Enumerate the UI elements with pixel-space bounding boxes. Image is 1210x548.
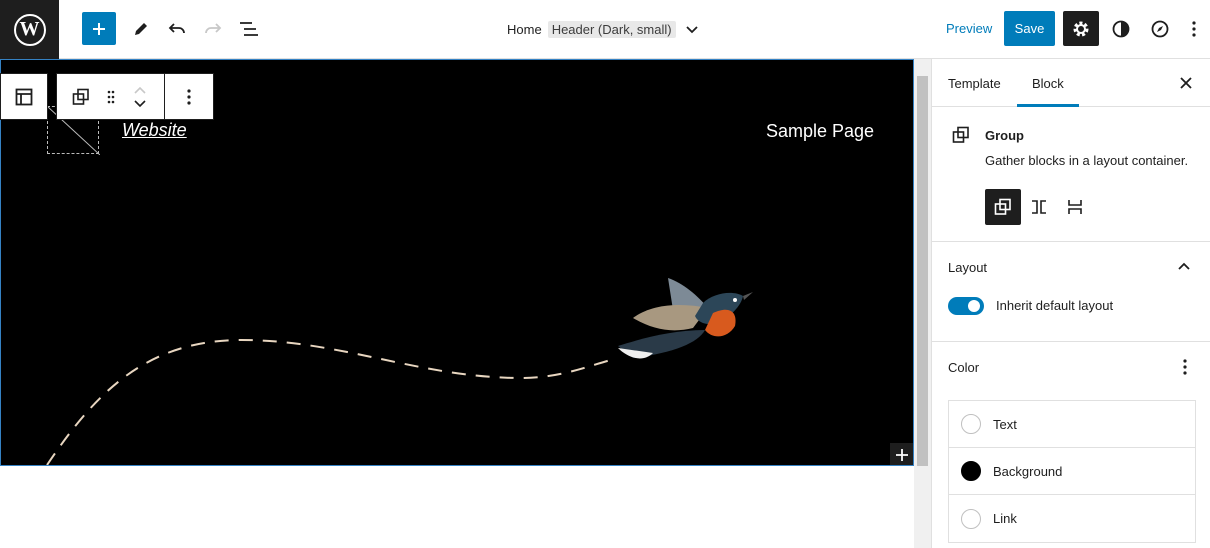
plus-icon	[896, 449, 908, 461]
document-title[interactable]: Home Header (Dark, small)	[507, 18, 698, 40]
layout-panel: Layout Inherit default layout	[932, 242, 1210, 342]
contrast-icon	[1112, 20, 1130, 37]
row-icon	[1032, 200, 1046, 214]
styles-button[interactable]	[1104, 12, 1138, 45]
flight-path-illustration	[46, 338, 612, 465]
breadcrumb-home[interactable]: Home	[507, 22, 542, 37]
preview-button[interactable]: Preview	[946, 21, 992, 36]
top-toolbar: W Home Header (Dark, small) Preview Save	[0, 0, 1210, 59]
color-swatch	[961, 414, 981, 434]
chevron-up-icon[interactable]	[134, 86, 147, 94]
template-name: Header (Dark, small)	[547, 20, 676, 38]
options-button[interactable]	[1184, 12, 1204, 45]
color-swatch	[961, 508, 981, 529]
group-icon	[952, 126, 970, 149]
canvas-scrollbar[interactable]	[914, 59, 931, 548]
edit-tool-button[interactable]	[124, 12, 158, 45]
add-block-button[interactable]	[82, 12, 116, 45]
color-item-label: Text	[993, 416, 1017, 432]
select-parent-button[interactable]	[0, 73, 48, 120]
variation-row-button[interactable]	[1021, 189, 1057, 225]
block-type-button[interactable]	[57, 74, 105, 119]
wordpress-logo-button[interactable]: W	[0, 0, 59, 59]
inherit-layout-label: Inherit default layout	[996, 298, 1114, 313]
chevron-down-icon[interactable]	[134, 99, 147, 108]
color-item-text[interactable]: Text	[949, 401, 1195, 448]
layout-panel-title[interactable]: Layout	[948, 260, 987, 275]
scrollbar-thumb[interactable]	[917, 76, 928, 466]
plus-icon	[93, 22, 105, 35]
move-buttons[interactable]	[117, 74, 165, 119]
drag-handle[interactable]	[105, 74, 117, 119]
group-icon	[72, 88, 89, 105]
variation-group-button[interactable]	[985, 189, 1021, 225]
settings-sidebar: Template Block Group Gather blocks in a …	[931, 59, 1210, 548]
list-view-button[interactable]	[232, 12, 266, 45]
block-options-button[interactable]	[165, 74, 213, 119]
undo-icon	[168, 22, 185, 33]
block-name: Group	[985, 128, 1024, 143]
block-toolbar	[56, 73, 214, 120]
color-item-background[interactable]: Background	[949, 448, 1195, 495]
save-button[interactable]: Save	[1004, 11, 1055, 46]
block-variations	[985, 189, 1093, 225]
redo-icon	[205, 22, 222, 33]
gear-icon	[1073, 21, 1089, 36]
editor-canvas: Website Sample Page	[0, 59, 914, 548]
add-block-after-button[interactable]	[890, 443, 913, 465]
variation-stack-button[interactable]	[1057, 189, 1093, 225]
chevron-down-icon[interactable]	[685, 22, 698, 37]
inherit-layout-toggle[interactable]	[948, 297, 984, 315]
list-view-icon	[240, 21, 258, 36]
more-vertical-icon[interactable]	[1183, 359, 1187, 375]
template-part-icon	[15, 88, 33, 105]
color-swatch	[961, 461, 981, 481]
block-description: Gather blocks in a layout container.	[985, 153, 1189, 168]
drag-handle-icon	[107, 90, 114, 103]
wordpress-logo-icon: W	[13, 13, 46, 46]
color-panel-title: Color	[948, 360, 980, 375]
undo-button[interactable]	[160, 12, 194, 45]
compass-icon	[1151, 20, 1169, 37]
more-vertical-icon	[187, 88, 191, 105]
color-panel: Color Text Background Link	[932, 342, 1210, 548]
toggle-knob	[968, 300, 980, 312]
color-list: Text Background Link	[948, 400, 1196, 543]
stack-icon	[1068, 200, 1082, 214]
color-item-label: Link	[993, 511, 1017, 526]
color-item-link[interactable]: Link	[949, 495, 1195, 542]
color-item-label: Background	[993, 463, 1063, 479]
group-block[interactable]: Website Sample Page	[0, 59, 914, 466]
more-vertical-icon	[1192, 20, 1196, 37]
settings-button[interactable]	[1063, 11, 1099, 46]
block-card: Group Gather blocks in a layout containe…	[932, 59, 1210, 242]
pencil-icon	[135, 22, 147, 35]
redo-button[interactable]	[196, 12, 230, 45]
chevron-up-icon[interactable]	[1178, 262, 1190, 270]
group-icon	[994, 198, 1011, 215]
navigation-button[interactable]	[1143, 12, 1177, 45]
bird-illustration	[618, 278, 753, 359]
